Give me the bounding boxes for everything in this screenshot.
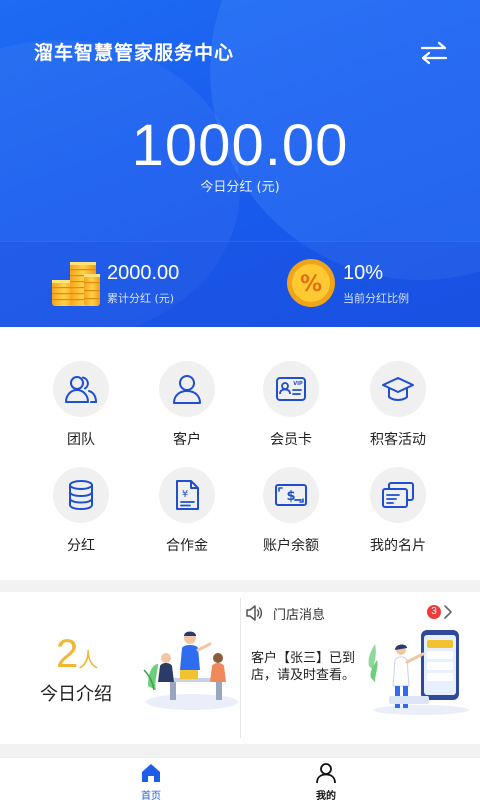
grid-item-account-balance[interactable]: $ 账户余额 — [238, 467, 344, 567]
team-meeting-illustration — [143, 631, 238, 710]
info-cards: 2人 今日介绍 门店消息 3 客户【张三】已到店，请及时查看。 — [0, 592, 480, 744]
dollar-bill-icon: $ — [275, 484, 307, 506]
function-grid: 团队 客户 VIP 会员卡 积客活动 分红 ¥ 合作金 $ 账户余额 我的名片 — [0, 327, 480, 580]
total-dividend-value: 2000.00 — [107, 262, 180, 284]
grid-item-promotion[interactable]: 积客活动 — [345, 361, 451, 461]
grid-item-dividend[interactable]: 分红 — [28, 467, 134, 567]
user-icon — [316, 763, 336, 784]
store-message-text: 客户【张三】已到店，请及时查看。 — [251, 651, 356, 683]
today-dividend-amount: 1000.00 — [131, 113, 349, 178]
grid-label: 团队 — [67, 432, 95, 448]
dollar-glyph: $ — [286, 489, 295, 504]
total-dividend-label: 累计分红 (元) — [107, 292, 175, 305]
tab-mine[interactable]: 我的 — [286, 758, 366, 800]
grid-item-customer[interactable]: 客户 — [134, 361, 240, 461]
customer-icon — [173, 375, 201, 404]
referral-count: 2人 — [56, 632, 98, 677]
chevron-right-icon[interactable] — [443, 604, 453, 620]
today-referral-card[interactable]: 2人 今日介绍 — [0, 592, 240, 744]
speaker-icon — [246, 605, 263, 621]
vip-card-icon: VIP — [276, 377, 306, 401]
graduation-cap-icon — [382, 377, 414, 401]
page-title: 溜车智慧管家服务中心 — [34, 42, 235, 64]
tab-label: 首页 — [141, 791, 161, 800]
coins-icon — [52, 262, 100, 306]
dividend-ratio-value: 10% — [343, 262, 384, 284]
grid-label: 客户 — [173, 432, 201, 448]
grid-label: 分红 — [67, 538, 95, 554]
grid-label: 会员卡 — [270, 432, 312, 448]
switch-icon[interactable] — [419, 40, 449, 66]
dividend-ratio-label: 当前分红比例 — [343, 292, 409, 305]
referral-label: 今日介绍 — [40, 684, 112, 705]
grid-label: 我的名片 — [370, 538, 426, 554]
grid-item-vip-card[interactable]: VIP 会员卡 — [238, 361, 344, 461]
referral-count-value: 2 — [56, 632, 79, 676]
home-icon — [142, 764, 160, 782]
team-icon — [65, 376, 98, 403]
tab-bar: 首页 我的 — [0, 757, 480, 800]
vip-badge: VIP — [293, 381, 303, 387]
today-dividend-label: 今日分红 (元) — [200, 180, 280, 195]
store-messages-card[interactable]: 门店消息 3 客户【张三】已到店，请及时查看。 — [241, 592, 480, 744]
phone-notification-illustration — [368, 630, 469, 715]
grid-item-cooperation-fund[interactable]: ¥ 合作金 — [134, 467, 240, 567]
coin-stack-icon — [69, 480, 93, 511]
business-card-icon — [382, 482, 414, 508]
grid-label: 积客活动 — [370, 432, 426, 448]
percent-icon: % — [287, 259, 335, 307]
tab-label: 我的 — [316, 791, 336, 800]
yuan-glyph: ¥ — [182, 489, 188, 500]
tab-home[interactable]: 首页 — [111, 758, 191, 800]
grid-item-team[interactable]: 团队 — [28, 361, 134, 461]
grid-label: 账户余额 — [263, 538, 319, 554]
grid-item-business-card[interactable]: 我的名片 — [345, 467, 451, 567]
header: 溜车智慧管家服务中心 1000.00 今日分红 (元) 2000.00 累计分红… — [0, 0, 480, 327]
unread-badge: 3 — [427, 605, 441, 619]
referral-count-unit: 人 — [78, 650, 99, 672]
grid-label: 合作金 — [166, 538, 208, 554]
percent-glyph: % — [300, 272, 322, 297]
store-messages-title: 门店消息 — [273, 608, 326, 623]
yuan-document-icon: ¥ — [176, 480, 199, 510]
